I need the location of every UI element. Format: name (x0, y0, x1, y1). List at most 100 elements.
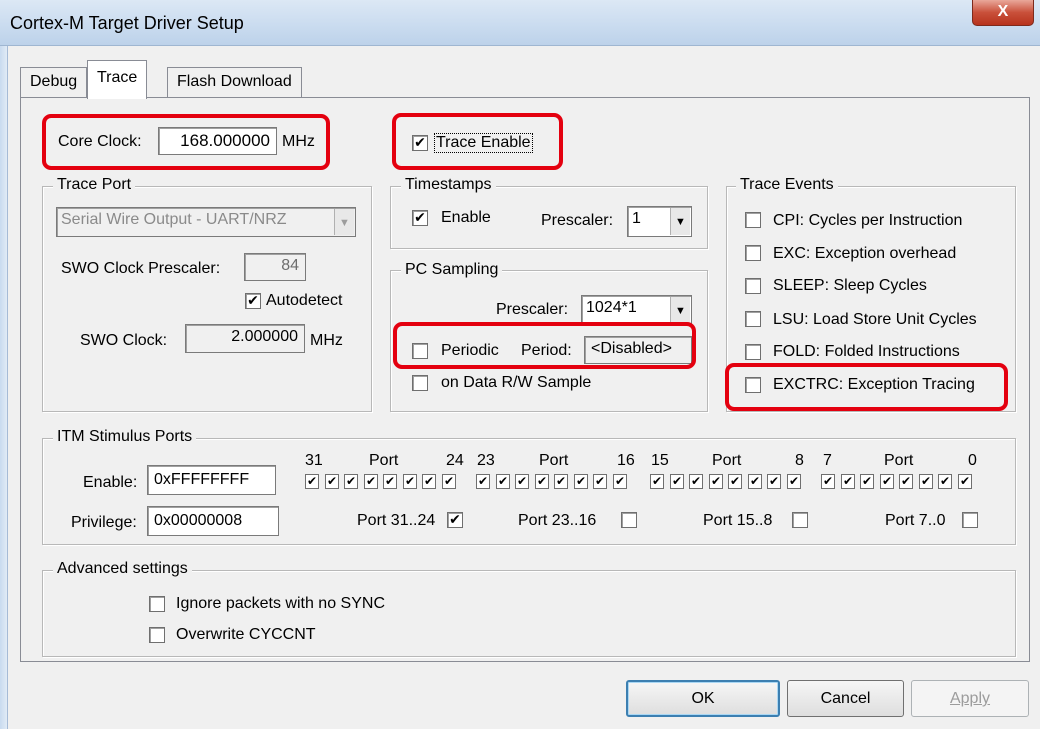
itm-port-4-checkbox[interactable]: ✔ (880, 474, 894, 489)
check-icon: ✔ (449, 511, 461, 527)
check-icon: ✔ (710, 474, 722, 488)
itm-port-23-checkbox[interactable]: ✔ (476, 474, 490, 489)
itm-port-10-checkbox[interactable]: ✔ (748, 474, 762, 489)
window-frame-left (0, 46, 8, 729)
itm-port-2-checkbox[interactable]: ✔ (919, 474, 933, 489)
overwrite-cyccnt-checkbox[interactable] (149, 627, 165, 643)
itm-port-6-checkbox[interactable]: ✔ (841, 474, 855, 489)
itm-port-15-checkbox[interactable]: ✔ (650, 474, 664, 489)
data-rw-label: on Data R/W Sample (441, 374, 592, 391)
priv-23-16-label: Port 23..16 (518, 512, 597, 529)
itm-port-16-checkbox[interactable]: ✔ (613, 474, 627, 489)
itm-port-25-checkbox[interactable]: ✔ (422, 474, 436, 489)
highlight-exctrc (725, 363, 1008, 411)
check-icon: ✔ (959, 474, 971, 488)
chevron-down-icon: ▼ (670, 297, 690, 324)
itm-privilege-label: Privilege: (71, 514, 137, 531)
ignore-sync-checkbox[interactable] (149, 596, 165, 612)
itm-port-27-checkbox[interactable]: ✔ (383, 474, 397, 489)
sleep-checkbox[interactable] (745, 278, 761, 294)
check-icon: ✔ (404, 474, 416, 488)
cpi-checkbox[interactable] (745, 212, 761, 228)
priv-23-16-checkbox[interactable] (621, 512, 637, 528)
itm-port-28-checkbox[interactable]: ✔ (364, 474, 378, 489)
highlight-periodic (393, 322, 696, 369)
check-icon: ✔ (671, 474, 683, 488)
itm-port-22-checkbox[interactable]: ✔ (496, 474, 510, 489)
itm-port-bits: ✔ ✔ ✔ ✔ ✔ ✔ ✔ ✔ ✔ ✔ ✔ ✔ ✔ ✔ ✔ ✔ ✔ ✔ ✔ ✔ ✔ ✔ ✔ ✔ ✔ ✔ ✔ ✔ ✔ ✔ ✔ ✔ (0, 474, 1040, 490)
itm-port-5-checkbox[interactable]: ✔ (860, 474, 874, 489)
port-group-3-label: Port (712, 452, 742, 469)
itm-port-31-checkbox[interactable]: ✔ (305, 474, 319, 489)
autodetect-checkbox[interactable]: ✔ (245, 293, 261, 309)
timestamps-enable-checkbox[interactable]: ✔ (412, 210, 428, 226)
exc-checkbox[interactable] (745, 245, 761, 261)
check-icon: ✔ (788, 474, 800, 488)
itm-port-13-checkbox[interactable]: ✔ (689, 474, 703, 489)
check-icon: ✔ (729, 474, 741, 488)
port-group-2-label: Port (539, 452, 569, 469)
itm-port-29-checkbox[interactable]: ✔ (344, 474, 358, 489)
itm-legend: ITM Stimulus Ports (53, 428, 197, 446)
highlight-trace-enable (392, 113, 563, 170)
itm-port-8-checkbox[interactable]: ✔ (787, 474, 801, 489)
itm-port-24-checkbox[interactable]: ✔ (442, 474, 456, 489)
swo-clock-label: SWO Clock: (80, 332, 168, 349)
data-rw-checkbox[interactable] (412, 375, 428, 391)
trace-port-legend: Trace Port (53, 176, 136, 194)
itm-port-3-checkbox[interactable]: ✔ (899, 474, 913, 489)
check-icon: ✔ (423, 474, 435, 488)
itm-port-17-checkbox[interactable]: ✔ (593, 474, 607, 489)
itm-port-30-checkbox[interactable]: ✔ (325, 474, 339, 489)
check-icon: ✔ (345, 474, 357, 488)
itm-port-9-checkbox[interactable]: ✔ (767, 474, 781, 489)
trace-port-mode-select[interactable]: Serial Wire Output - UART/NRZ ▼ (56, 207, 356, 237)
tab-debug[interactable]: Debug (20, 67, 88, 98)
timestamps-enable-label: Enable (441, 209, 491, 226)
tab-trace[interactable]: Trace (87, 60, 148, 99)
check-icon: ✔ (384, 474, 396, 488)
itm-port-1-checkbox[interactable]: ✔ (938, 474, 952, 489)
cancel-button[interactable]: Cancel (787, 680, 904, 717)
timestamps-prescaler-label: Prescaler: (541, 212, 614, 229)
itm-port-20-checkbox[interactable]: ✔ (535, 474, 549, 489)
port-31-label: 31 (305, 452, 323, 469)
port-8-label: 8 (795, 452, 804, 469)
check-icon: ✔ (516, 474, 528, 488)
close-button[interactable]: X (972, 0, 1034, 26)
chevron-down-icon: ▼ (334, 209, 354, 235)
itm-port-0-checkbox[interactable]: ✔ (958, 474, 972, 489)
check-icon: ✔ (690, 474, 702, 488)
check-icon: ✔ (900, 474, 912, 488)
check-icon: ✔ (306, 474, 318, 488)
priv-7-0-checkbox[interactable] (962, 512, 978, 528)
itm-port-14-checkbox[interactable]: ✔ (670, 474, 684, 489)
lsu-checkbox[interactable] (745, 311, 761, 327)
itm-port-18-checkbox[interactable]: ✔ (574, 474, 588, 489)
chevron-down-icon: ▼ (670, 208, 690, 235)
priv-31-24-checkbox[interactable]: ✔ (447, 512, 463, 528)
timestamps-legend: Timestamps (401, 176, 496, 194)
ok-button[interactable]: OK (626, 680, 780, 717)
check-icon: ✔ (749, 474, 761, 488)
close-icon: X (997, 3, 1009, 20)
check-icon: ✔ (497, 474, 509, 488)
fold-checkbox[interactable] (745, 344, 761, 360)
itm-port-26-checkbox[interactable]: ✔ (403, 474, 417, 489)
itm-port-21-checkbox[interactable]: ✔ (515, 474, 529, 489)
swo-clock-input[interactable]: 2.000000 (185, 324, 305, 353)
pc-prescaler-value: 1024*1 (586, 299, 637, 316)
check-icon: ✔ (555, 474, 567, 488)
itm-privilege-input[interactable]: 0x00000008 (147, 506, 279, 536)
priv-15-8-checkbox[interactable] (792, 512, 808, 528)
highlight-core-clock (42, 114, 330, 170)
itm-port-11-checkbox[interactable]: ✔ (728, 474, 742, 489)
fold-label: FOLD: Folded Instructions (773, 343, 960, 360)
itm-port-19-checkbox[interactable]: ✔ (554, 474, 568, 489)
timestamps-prescaler-select[interactable]: 1 ▼ (627, 206, 692, 237)
tab-flash-download[interactable]: Flash Download (167, 67, 302, 98)
apply-button[interactable]: Apply (911, 680, 1029, 717)
itm-port-7-checkbox[interactable]: ✔ (821, 474, 835, 489)
itm-port-12-checkbox[interactable]: ✔ (709, 474, 723, 489)
swo-prescaler-input[interactable]: 84 (244, 253, 306, 281)
